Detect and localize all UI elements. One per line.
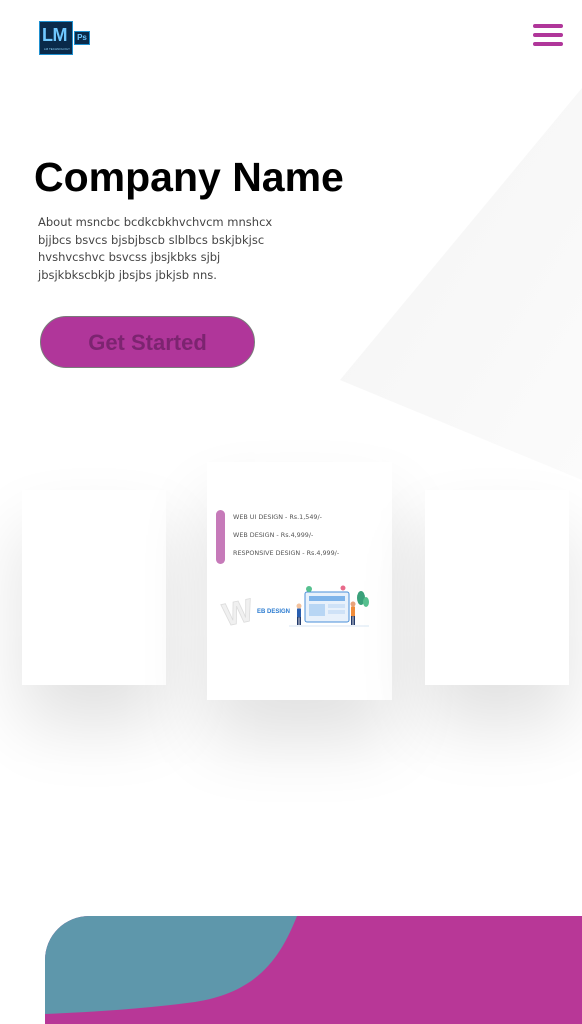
price-item-responsive-design: RESPONSIVE DESIGN - Rs.4,999/-: [233, 549, 340, 557]
svg-text:W: W: [219, 591, 257, 632]
menu-line: [533, 24, 563, 28]
logo-tagline: LM TECHNOLOGY: [44, 47, 70, 51]
web-design-illustration: W: [219, 585, 369, 632]
pricing-card-center[interactable]: WEB UI DESIGN - Rs.1,549/- WEB DESIGN - …: [207, 462, 392, 700]
logo-badge: Ps: [74, 31, 90, 45]
pricing-card-right[interactable]: [425, 490, 569, 685]
about-text: About msncbc bcdkcbkhvchvcm mnshcx bjjbc…: [38, 215, 273, 282]
banner-teal-shape: [45, 916, 297, 1014]
company-logo[interactable]: LM LM TECHNOLOGY Ps: [39, 21, 91, 55]
company-name-heading: Company Name: [34, 154, 344, 200]
illustration-label: EB DESIGN: [257, 609, 291, 615]
price-accent-bar: [216, 510, 225, 564]
pricing-card-left[interactable]: [22, 490, 166, 685]
menu-line: [533, 42, 563, 46]
logo-letters: LM: [42, 25, 68, 45]
get-started-button[interactable]: Get Started: [40, 316, 255, 368]
logo-mark: LM LM TECHNOLOGY: [39, 21, 73, 55]
bottom-banner: [45, 916, 582, 1024]
price-item-web-ui-design: WEB UI DESIGN - Rs.1,549/-: [233, 513, 322, 521]
hamburger-menu-icon[interactable]: [531, 22, 565, 48]
menu-line: [533, 33, 563, 37]
price-item-web-design: WEB DESIGN - Rs.4,999/-: [233, 531, 314, 539]
